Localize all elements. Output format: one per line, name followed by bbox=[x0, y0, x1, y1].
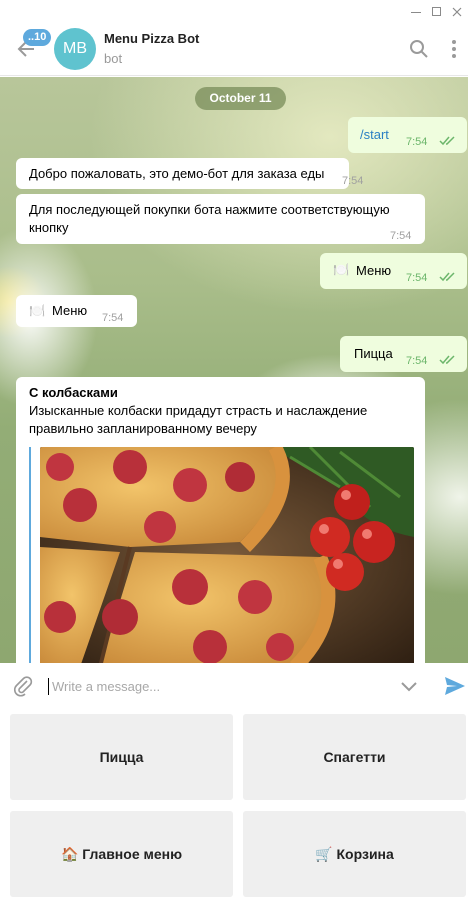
emoji-icon: 🍽️ bbox=[29, 303, 46, 318]
keyboard-toggle-button[interactable] bbox=[399, 677, 419, 695]
search-icon bbox=[410, 40, 428, 58]
message-text: Меню bbox=[356, 263, 392, 278]
close-icon bbox=[452, 7, 462, 17]
maximize-window-button[interactable] bbox=[425, 2, 447, 22]
date-separator: October 11 bbox=[195, 87, 286, 110]
text-caret bbox=[48, 678, 49, 695]
chat-header: ..10 MB Menu Pizza Bot bot bbox=[0, 24, 468, 76]
keyboard-button-spaghetti[interactable]: Спагетти bbox=[243, 714, 466, 800]
avatar[interactable]: MB bbox=[54, 28, 96, 70]
attach-button[interactable] bbox=[12, 675, 34, 697]
pizza-image bbox=[40, 447, 414, 663]
minimize-window-button[interactable] bbox=[405, 2, 427, 22]
bot-keyboard: Пицца Спагетти 🏠 Главное меню 🛒 Корзина bbox=[0, 709, 468, 916]
product-photo-frame bbox=[29, 447, 415, 663]
keyboard-button-label: Спагетти bbox=[323, 749, 386, 765]
message-text: Меню bbox=[52, 303, 88, 318]
outgoing-message[interactable]: /start 7:54 bbox=[348, 117, 467, 153]
incoming-message[interactable]: Для последующей покупки бота нажмите соо… bbox=[16, 194, 425, 244]
product-title: С колбасками bbox=[29, 385, 118, 400]
window-titlebar bbox=[0, 0, 468, 24]
chevron-down-icon bbox=[401, 682, 417, 692]
outgoing-message[interactable]: Пицца 7:54 bbox=[340, 336, 467, 372]
maximize-icon bbox=[431, 7, 441, 16]
chat-title[interactable]: Menu Pizza Bot bbox=[104, 31, 199, 46]
incoming-message[interactable]: Добро пожаловать, это демо-бот для заказ… bbox=[16, 158, 363, 189]
search-button[interactable] bbox=[408, 38, 430, 60]
message-time: 7:54 bbox=[406, 272, 428, 284]
chat-subtitle: bot bbox=[104, 51, 123, 66]
message-input[interactable] bbox=[52, 675, 372, 697]
message-composer bbox=[0, 663, 468, 709]
incoming-message[interactable]: 🍽️ Меню 7:54 bbox=[16, 295, 137, 327]
keyboard-button-main-menu[interactable]: 🏠 Главное меню bbox=[10, 811, 233, 897]
cart-icon: 🛒 bbox=[315, 846, 333, 862]
message-text: Добро пожаловать, это демо-бот для заказ… bbox=[29, 166, 325, 181]
product-description: Изысканные колбаски придадут страсть и н… bbox=[29, 403, 368, 436]
message-text: Для последующей покупки бота нажмите соо… bbox=[29, 202, 390, 235]
close-window-button[interactable] bbox=[446, 2, 468, 22]
keyboard-button-label: Главное меню bbox=[82, 846, 183, 862]
minimize-icon bbox=[411, 12, 421, 13]
keyboard-button-label: Пицца bbox=[99, 749, 144, 765]
more-vertical-icon bbox=[452, 40, 456, 58]
chat-history[interactable]: October 11 /start 7:54 Добро пожаловать,… bbox=[0, 77, 468, 663]
keyboard-button-cart[interactable]: 🛒 Корзина bbox=[243, 811, 466, 897]
unread-badge: ..10 bbox=[23, 29, 52, 46]
send-icon bbox=[445, 677, 465, 695]
emoji-icon: 🍽️ bbox=[333, 262, 350, 277]
message-time: 7:54 bbox=[390, 230, 412, 242]
keyboard-button-pizza[interactable]: Пицца bbox=[10, 714, 233, 800]
more-button[interactable] bbox=[447, 38, 461, 60]
command-link[interactable]: /start bbox=[360, 126, 389, 144]
outgoing-message[interactable]: 🍽️ Меню 7:54 bbox=[320, 253, 467, 289]
house-icon: 🏠 bbox=[60, 846, 79, 862]
keyboard-button-label: Корзина bbox=[336, 846, 394, 862]
double-check-icon bbox=[439, 136, 455, 146]
message-time: 7:54 bbox=[406, 355, 428, 367]
message-text: Пицца bbox=[354, 346, 393, 361]
paperclip-icon bbox=[14, 676, 33, 697]
double-check-icon bbox=[439, 355, 455, 365]
message-time: 7:54 bbox=[406, 136, 428, 148]
send-button[interactable] bbox=[444, 675, 466, 697]
double-check-icon bbox=[439, 272, 455, 282]
message-time: 7:54 bbox=[102, 312, 124, 324]
message-time: 7:54 bbox=[342, 175, 364, 187]
pizza-photo[interactable] bbox=[40, 447, 414, 663]
product-card-message[interactable]: С колбасками Изысканные колбаски придаду… bbox=[16, 377, 425, 663]
